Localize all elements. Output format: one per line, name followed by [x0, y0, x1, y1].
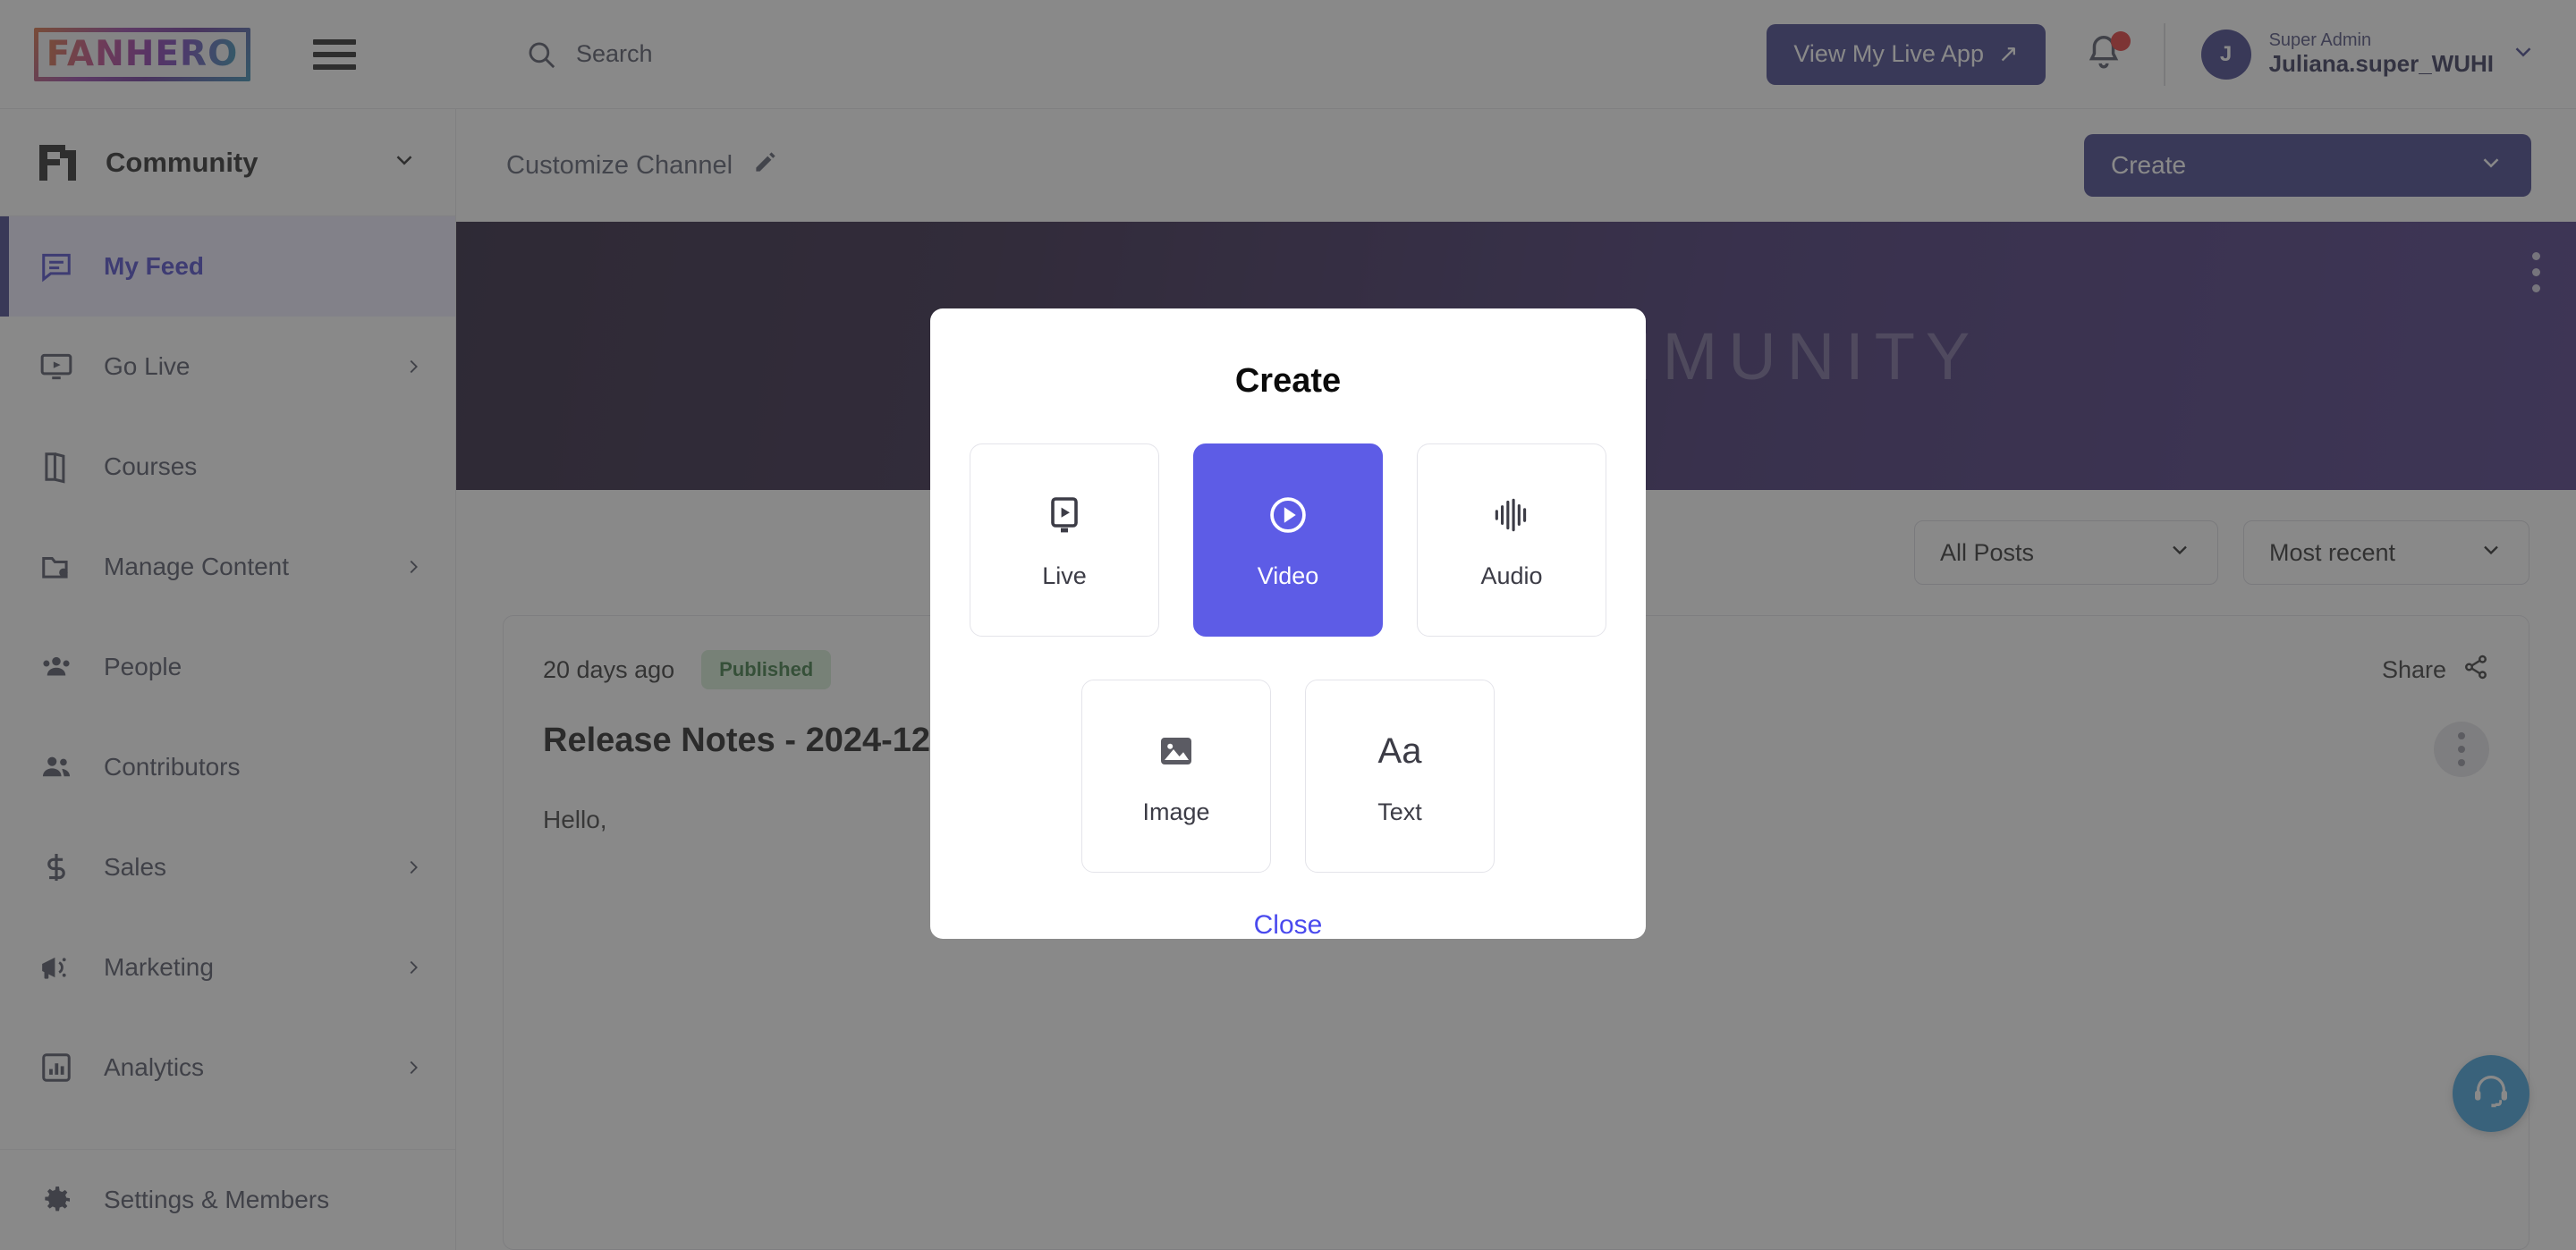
- app-root: FANHERO Search View My Live App ↗: [0, 0, 2576, 1250]
- text-aa-icon: Aa: [1377, 731, 1422, 771]
- close-button[interactable]: Close: [1254, 910, 1323, 941]
- create-option-label: Video: [1257, 562, 1319, 589]
- create-modal: Create Live Video Audio Image Aa Text Cl…: [930, 308, 1646, 941]
- create-option-live[interactable]: Live: [970, 443, 1159, 637]
- create-option-video[interactable]: Video: [1193, 443, 1383, 637]
- create-option-text[interactable]: Aa Text: [1305, 680, 1495, 873]
- create-option-label: Text: [1377, 798, 1422, 825]
- create-option-image[interactable]: Image: [1081, 680, 1271, 873]
- live-tablet-icon: [1040, 491, 1089, 539]
- play-circle-icon: [1264, 491, 1312, 539]
- create-option-label: Image: [1142, 798, 1210, 825]
- create-option-audio[interactable]: Audio: [1417, 443, 1606, 637]
- create-option-label: Live: [1042, 562, 1087, 589]
- image-icon: [1152, 727, 1200, 775]
- modal-title: Create: [1234, 362, 1342, 400]
- create-options-row-2: Image Aa Text: [1081, 680, 1495, 873]
- create-options-row-1: Live Video Audio: [970, 443, 1606, 637]
- create-option-label: Audio: [1480, 562, 1543, 589]
- waveform-icon: [1487, 491, 1536, 539]
